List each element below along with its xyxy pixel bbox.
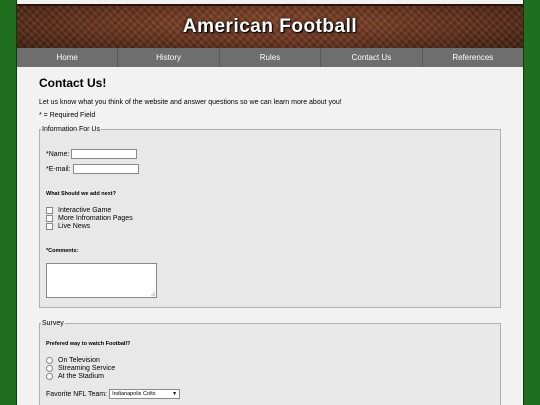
chevron-down-icon: ▼ [172,391,178,397]
radio-label: Streaming Service [58,365,116,372]
television-radio[interactable] [46,357,53,364]
info-fieldset: Information For Us *Name: *E-mail: What … [39,126,501,308]
email-row: *E-mail: [46,164,139,174]
header-banner: American Football [17,4,523,52]
checkbox-row: More Infromation Pages [46,215,133,222]
info-legend: Information For Us [42,126,100,133]
radio-row: Streaming Service [46,365,115,372]
checkbox-label: Live News [58,223,91,230]
radio-label: At the Stadium [58,373,104,380]
survey-legend: Survey [42,320,64,327]
nav-contact-us[interactable]: Contact Us [321,48,423,67]
radio-row: On Television [46,357,100,364]
page-title: Contact Us! [39,76,107,90]
checkbox-label: More Infromation Pages [58,215,133,222]
site-title: American Football [182,16,358,37]
watch-question: Prefered way to watch Football? [46,341,131,347]
stadium-radio[interactable] [46,373,53,380]
streaming-radio[interactable] [46,365,53,372]
live-news-checkbox[interactable] [46,223,53,230]
email-label: *E-mail: [46,165,71,173]
name-field[interactable] [71,149,138,159]
comments-textarea[interactable] [46,263,157,298]
required-note: * = Required Field [39,112,96,119]
add-next-question: What Should we add next? [46,191,116,197]
nav-rules[interactable]: Rules [220,48,322,67]
nav-history[interactable]: History [118,48,220,67]
team-label: Favorite NFL Team: [46,390,108,398]
intro-text: Let us know what you think of the websit… [39,99,342,106]
checkbox-label: Interactive Game [58,207,112,214]
name-row: *Name: [46,149,138,159]
nav-bar: Home History Rules Contact Us References [17,48,523,67]
checkbox-row: Live News [46,223,90,230]
more-pages-checkbox[interactable] [46,215,53,222]
team-row: Favorite NFL Team: Indianapolis Colts ▼ [46,389,181,399]
main-content: Contact Us! Let us know what you think o… [39,76,501,405]
team-select[interactable]: Indianapolis Colts ▼ [109,389,181,399]
name-label: *Name: [46,150,70,158]
radio-row: At the Stadium [46,373,104,380]
resize-grip-icon[interactable] [151,292,155,296]
nav-home[interactable]: Home [17,48,119,67]
nav-references[interactable]: References [423,48,523,67]
email-field[interactable] [72,164,139,174]
page-container: American Football Home History Rules Con… [17,0,523,405]
comments-label: *Comments: [46,248,79,254]
interactive-game-checkbox[interactable] [46,207,53,214]
checkbox-row: Interactive Game [46,207,111,214]
radio-label: On Television [58,357,100,364]
survey-fieldset: Survey Prefered way to watch Football? O… [39,320,501,405]
team-select-value: Indianapolis Colts [112,391,156,397]
